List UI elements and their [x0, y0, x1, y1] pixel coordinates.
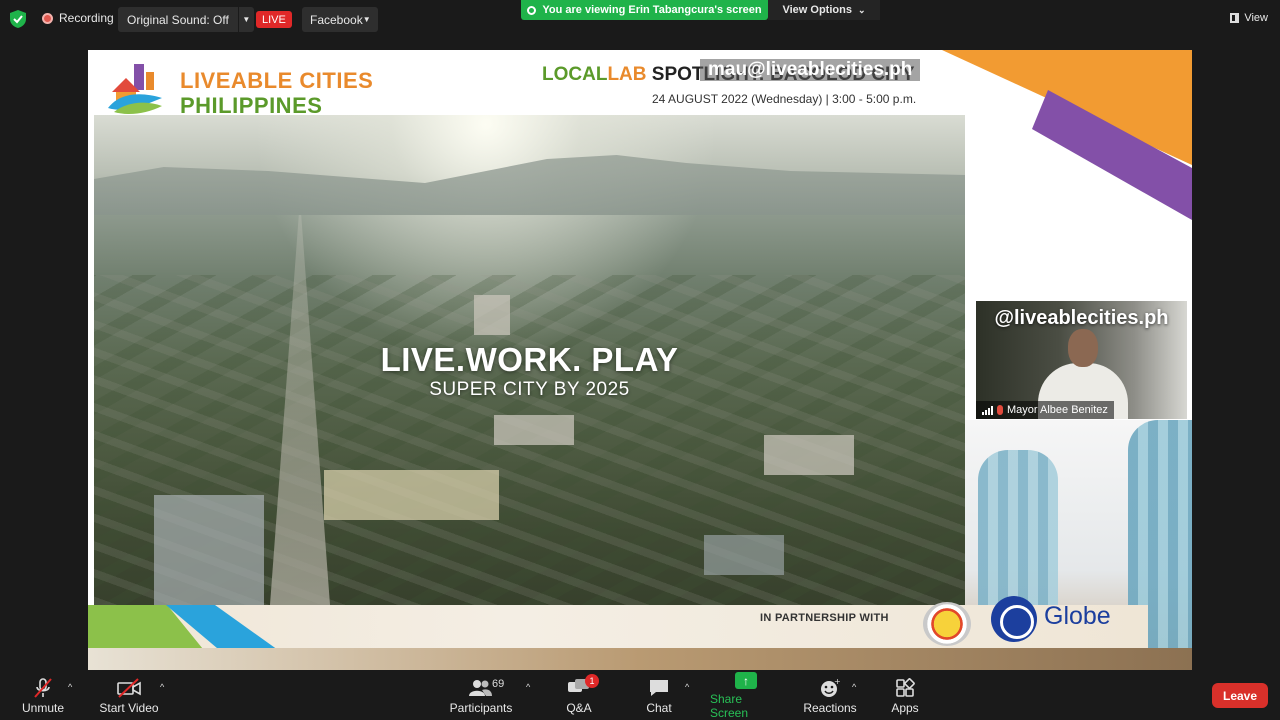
participants-icon: 69 [468, 678, 504, 698]
logo-text-line2: PHILIPPINES [180, 96, 323, 116]
audio-options-caret-icon[interactable]: ^ [68, 682, 72, 692]
building [494, 415, 574, 445]
logo-text-line1: LIVEABLE CITIES [180, 68, 374, 93]
share-screen-icon: ↑ [735, 672, 757, 689]
facebook-stream-dropdown[interactable]: Facebook ▼ [302, 7, 378, 32]
speaker-name-tag: Mayor Albee Benitez [976, 401, 1114, 419]
slide-title: LIVE.WORK. PLAY [380, 341, 679, 378]
view-options-button[interactable]: View Options ⌄ [768, 0, 880, 20]
qa-button[interactable]: 1 Q&A [556, 672, 602, 720]
view-label: View [1244, 12, 1268, 24]
building [704, 535, 784, 575]
headline-lab: LAB [607, 64, 647, 85]
view-options-label: View Options [782, 4, 852, 16]
participants-label: Participants [449, 700, 513, 715]
chat-options-caret-icon[interactable]: ^ [685, 682, 689, 692]
slide-subtitle: SUPER CITY BY 2025 [429, 379, 630, 400]
chevron-down-icon: ▼ [362, 15, 371, 24]
speaker-video-tile[interactable]: @liveablecities.ph Mayor Albee Benitez [976, 301, 1187, 419]
view-layout-icon [1230, 13, 1240, 23]
watermark-email: mau@liveablecities.ph [700, 59, 921, 81]
facebook-label: Facebook [310, 12, 363, 27]
apps-icon [895, 677, 915, 698]
qa-badge: 1 [585, 673, 599, 688]
building [154, 495, 264, 605]
original-sound-label: Original Sound: Off [127, 12, 229, 27]
globe-logo-icon [991, 596, 1037, 642]
meeting-toolbar: Unmute ^ Start Video ^ 69 Participants ^… [0, 672, 1280, 720]
signal-bars-icon [982, 405, 993, 415]
chevron-down-icon[interactable]: ▼ [237, 7, 254, 32]
mic-muted-icon [997, 405, 1003, 415]
speaker-handle-watermark: @liveablecities.ph [994, 307, 1169, 329]
qa-icon: 1 [567, 673, 599, 698]
mic-muted-icon [32, 677, 54, 698]
event-date: 24 AUGUST 2022 (Wednesday) | 3:00 - 5:00… [652, 92, 917, 106]
participants-button[interactable]: 69 Participants [448, 672, 514, 720]
unmute-button[interactable]: Unmute [18, 672, 68, 720]
building [324, 470, 499, 520]
building [764, 435, 854, 475]
share-screen-label: Share Screen [710, 692, 749, 720]
security-shield-icon[interactable] [10, 10, 26, 28]
globe-logo-text: Globe [1044, 602, 1111, 630]
top-bar: Recording Original Sound: Off ▼ LIVE Fac… [0, 0, 1280, 40]
apps-label: Apps [891, 700, 919, 715]
headline-local: LOCAL [542, 64, 608, 85]
recording-label: Recording [59, 11, 114, 25]
start-video-label: Start Video [99, 700, 159, 715]
qa-label: Q&A [566, 700, 592, 715]
floor-decor [88, 648, 1192, 670]
city-aerial-photo: LIVE.WORK. PLAY SUPER CITY BY 2025 [94, 115, 965, 605]
building [474, 295, 510, 335]
reactions-label: Reactions [803, 700, 857, 715]
city-seal-logo-icon [923, 602, 971, 646]
leave-button[interactable]: Leave [1212, 683, 1268, 708]
unmute-label: Unmute [21, 700, 65, 715]
share-screen-button[interactable]: ↑ Share Screen [710, 672, 782, 720]
reactions-button[interactable]: + Reactions [802, 672, 858, 720]
chevron-down-icon: ⌄ [857, 4, 866, 15]
apps-button[interactable]: Apps [884, 672, 926, 720]
mountain-silhouette [94, 155, 965, 215]
svg-text:+: + [834, 678, 841, 686]
screen-share-dot-icon [527, 5, 537, 15]
reactions-smiley-icon: + [819, 678, 841, 698]
video-options-caret-icon[interactable]: ^ [160, 682, 164, 692]
city-houses-logo-icon [108, 64, 162, 114]
start-video-button[interactable]: Start Video [96, 672, 162, 720]
viewing-screen-banner: You are viewing Erin Tabangcura's screen [521, 0, 768, 20]
reactions-options-caret-icon[interactable]: ^ [852, 682, 856, 692]
participants-options-caret-icon[interactable]: ^ [526, 682, 530, 692]
speaker-head [1068, 329, 1098, 367]
original-sound-dropdown[interactable]: Original Sound: Off ▼ [118, 7, 254, 32]
chat-button[interactable]: Chat [636, 672, 682, 720]
view-button[interactable]: View [1230, 12, 1268, 24]
partnership-label: IN PARTNERSHIP WITH [760, 612, 889, 624]
live-badge[interactable]: LIVE [256, 11, 292, 28]
recording-dot-icon [42, 12, 53, 24]
recording-indicator[interactable]: Recording [42, 11, 114, 25]
participants-count: 69 [492, 677, 505, 690]
chat-icon [648, 678, 670, 698]
speaker-name: Mayor Albee Benitez [1007, 404, 1108, 416]
viewing-banner-text: You are viewing Erin Tabangcura's screen [542, 4, 762, 16]
video-off-icon [116, 677, 142, 698]
chat-label: Chat [646, 700, 672, 715]
liveable-cities-logo: LIVEABLE CITIES PHILIPPINES [96, 58, 376, 116]
